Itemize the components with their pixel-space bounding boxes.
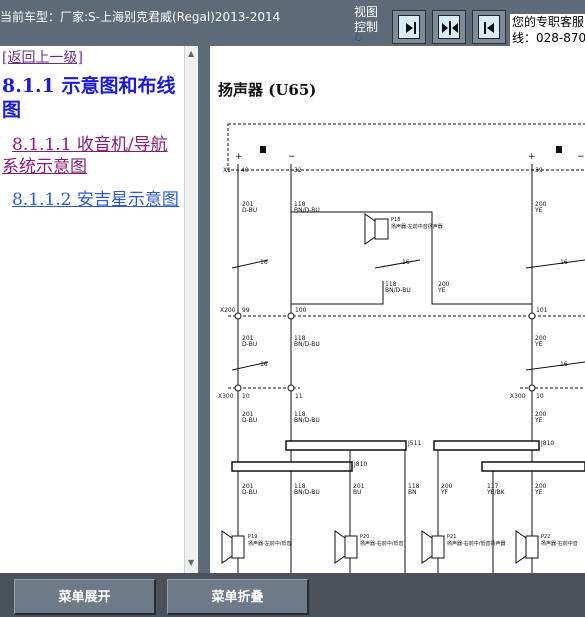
connector-label: X300 <box>510 393 526 400</box>
wire-label: 118 BN/D-BU <box>294 411 320 424</box>
wiring-diagram: + − + − X1 40 32 39 201 D-BU 118 BN/D-BU 2… <box>218 123 585 573</box>
bus-num: 16 <box>560 259 568 266</box>
splice-j810b <box>231 461 353 472</box>
speaker-cone-icon <box>364 213 376 245</box>
nav-panel: [返回上一级] 8.1.1 示意图和布线图 8.1.1.1 收音机/导航系统示意… <box>0 46 184 573</box>
view-control-indicator-icon: ℒ <box>354 33 362 44</box>
view-control-label: 视图控制 <box>354 5 379 34</box>
bus-line <box>525 259 585 269</box>
nav-item-onstar[interactable]: 8.1.1.2 安吉星示意图 <box>2 189 182 211</box>
splice-j810 <box>433 440 540 451</box>
wire-label: 118 BN/D-BU <box>294 335 320 348</box>
wire-label: 200 YE <box>534 483 547 496</box>
speaker-id: P18 <box>391 217 400 223</box>
pin-label: 39 <box>535 167 543 174</box>
wire-label: 201 BU <box>353 483 365 496</box>
panel-splitter[interactable] <box>198 46 210 573</box>
splice-j511 <box>285 440 407 451</box>
pin-label: 101 <box>536 307 548 314</box>
speaker-desc: 扬声器-右前中/低音扬声器 <box>447 540 506 547</box>
service-hotline: 您的专职客服 线：028-8707 <box>510 14 585 46</box>
splice-label: J511 <box>407 440 421 447</box>
pin-label: 10 <box>242 393 250 400</box>
arrow-right-bar-icon <box>406 22 416 34</box>
polarity-plus: + <box>528 152 536 162</box>
toolbar-button-expand-left[interactable] <box>472 10 506 44</box>
wire-label: 201 D-BU <box>242 411 257 424</box>
menu-expand-button[interactable]: 菜单展开 <box>14 579 156 615</box>
bus-num: 16 <box>560 361 568 368</box>
speaker-p22: P22 扬声器-右前中音 <box>515 530 578 564</box>
wire-label: 201 D-BU <box>242 335 257 348</box>
connector-label: X200 <box>220 307 236 314</box>
bus-num: 16 <box>260 259 268 266</box>
speaker-p20: P20 扬声器-右前中/低音 <box>334 530 404 564</box>
speaker-cone-icon <box>515 530 527 564</box>
toolbar-button-split-view[interactable] <box>432 10 466 44</box>
connector-label: X1 <box>223 167 231 174</box>
diagram-panel: 扬声器 (U65) + − + − X1 40 32 39 201 D-BU 11… <box>210 46 585 573</box>
bus-num: 16 <box>260 361 268 368</box>
speaker-cone-icon <box>221 530 233 564</box>
bus-line <box>525 361 585 371</box>
polarity-minus: − <box>288 152 296 162</box>
wire-label: 200 YE <box>534 201 547 214</box>
speaker-id: P20 <box>360 534 369 540</box>
split-arrows-icon <box>442 21 458 35</box>
speaker-id: P21 <box>447 534 456 540</box>
polarity-plus: + <box>235 152 243 162</box>
wire-label: 118 BN <box>408 483 420 496</box>
back-link[interactable]: [返回上一级] <box>2 47 83 67</box>
speaker-body <box>374 218 389 240</box>
nav-section-title: 8.1.1 示意图和布线图 <box>2 75 176 121</box>
speaker-id: P22 <box>541 534 550 540</box>
header-bar: 当前车型：厂家:S-上海别克君威(Regal)2013-2014 视图控制 ℒ <box>0 0 585 46</box>
splice-label: J810 <box>540 440 554 447</box>
menu-collapse-button[interactable]: 菜单折叠 <box>167 579 309 615</box>
wire-label: 200 YE <box>437 281 450 294</box>
bus-line <box>374 259 421 269</box>
toolbar-button-expand-right[interactable] <box>392 10 426 44</box>
view-control: 视图控制 ℒ <box>354 5 386 44</box>
speaker-p19: P19 扬声器-左前中/低音 <box>221 530 292 564</box>
wire-label: 201 D-BU <box>242 201 257 214</box>
speaker-cone-icon <box>421 530 433 564</box>
speaker-desc: 扬声器-左前中/低音 <box>248 540 292 547</box>
speaker-desc: 扬声器-左前中音扬声器 <box>391 223 443 230</box>
module-icon <box>260 146 266 153</box>
wire-label: 118 BN/D-BU <box>385 281 411 294</box>
wire-label: 200 YE <box>534 335 547 348</box>
vehicle-label: 当前车型：厂家:S-上海别克君威(Regal)2013-2014 <box>0 10 281 24</box>
connector-label: X300 <box>218 393 234 400</box>
scroll-down-icon[interactable]: ▼ <box>188 558 194 567</box>
pin-label: 99 <box>242 307 250 314</box>
nav-scrollbar[interactable]: ▲ ▼ <box>184 46 198 573</box>
wire-label: 201 D-BU <box>242 483 257 496</box>
splice-right <box>481 461 585 472</box>
wire-label: 200 YE <box>534 411 547 424</box>
pin-label: 10 <box>536 393 544 400</box>
speaker-id: P19 <box>248 534 257 540</box>
footer-bar: 菜单展开 菜单折叠 <box>0 573 585 617</box>
pin-label: 40 <box>241 167 249 174</box>
bus-num: 16 <box>402 259 410 266</box>
app-window: 当前车型：厂家:S-上海别克君威(Regal)2013-2014 视图控制 ℒ <box>0 0 585 617</box>
polarity-minus: − <box>577 152 585 162</box>
module-box <box>227 123 585 171</box>
speaker-desc: 扬声器-右前中/低音 <box>360 540 404 547</box>
pin-label: 11 <box>295 393 303 400</box>
pin-label: 100 <box>295 307 307 314</box>
splice-label: J810 <box>353 461 367 468</box>
pin-label: 32 <box>294 167 302 174</box>
wire-label: 118 BN/D-BU <box>294 483 320 496</box>
wire-label: 117 YE/BK <box>486 483 506 496</box>
scroll-up-icon[interactable]: ▲ <box>188 49 194 58</box>
wire-label: 200 YF <box>440 483 453 496</box>
nav-item-radio-navigation[interactable]: 8.1.1.1 收音机/导航系统示意图 <box>2 134 182 178</box>
speaker-cone-icon <box>334 530 346 564</box>
arrow-left-bar-icon <box>484 22 494 34</box>
module-icon <box>556 146 562 153</box>
speaker-desc: 扬声器-右前中音 <box>541 540 578 547</box>
